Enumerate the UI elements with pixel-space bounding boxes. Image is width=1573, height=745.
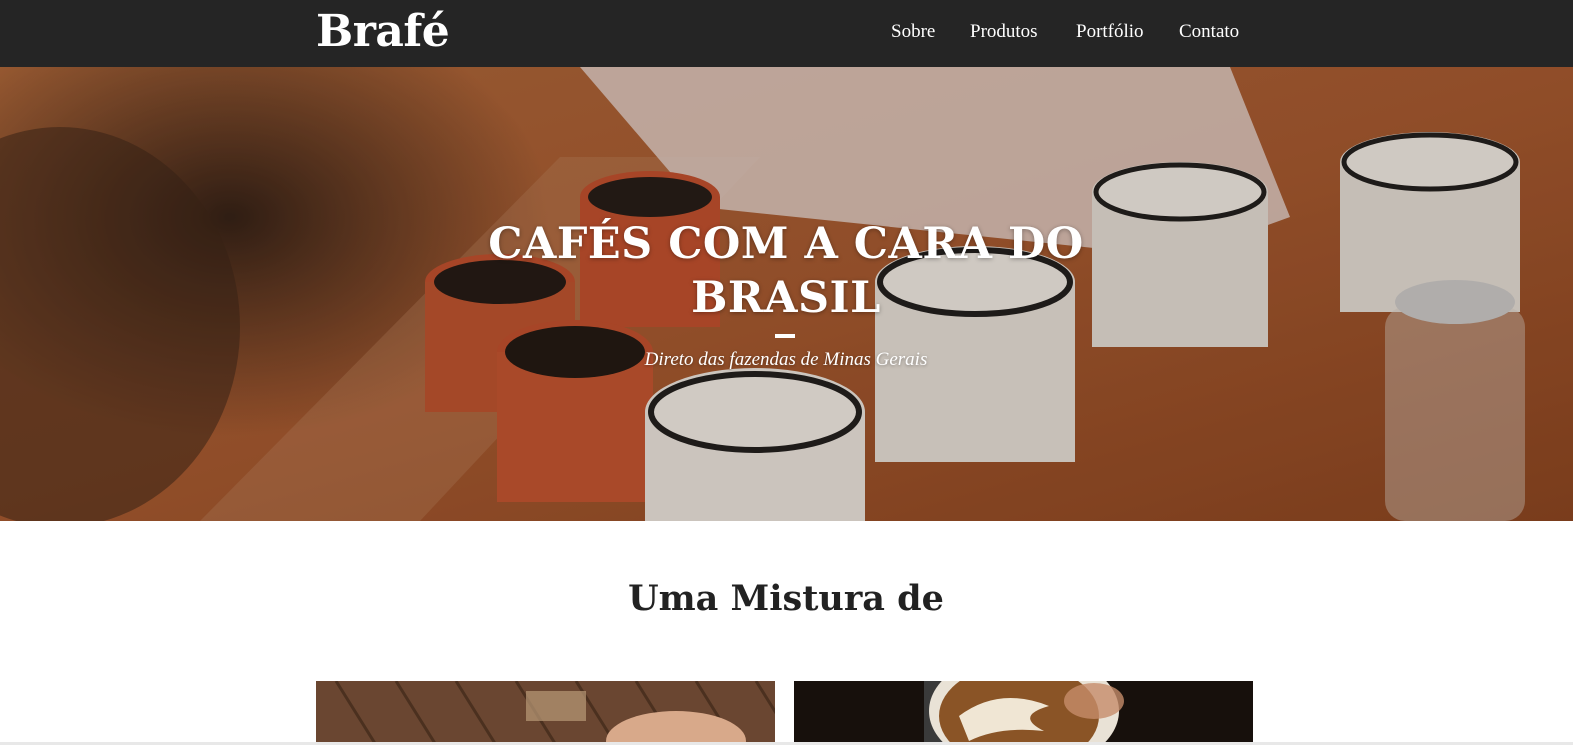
product-image-left xyxy=(316,681,775,745)
page: Brafé Sobre Produtos Portfólio Contato C… xyxy=(0,0,1573,745)
product-image-right xyxy=(794,681,1253,745)
hero-title: CAFÉS COM A CARA DO BRASIL xyxy=(488,219,1084,323)
hero-subtitle: Direto das fazendas de Minas Gerais xyxy=(644,349,928,370)
coffee-table-image xyxy=(316,681,775,745)
nav-link-portfolio[interactable]: Portfólio xyxy=(1076,20,1144,44)
section-title: Uma Mistura de xyxy=(628,578,944,619)
nav-link-sobre[interactable]: Sobre xyxy=(891,20,935,44)
hero-banner: CAFÉS COM A CARA DO BRASIL Direto das fa… xyxy=(0,67,1573,521)
latte-art-image xyxy=(794,681,1253,745)
site-header: Brafé Sobre Produtos Portfólio Contato xyxy=(0,0,1573,67)
nav-link-contato[interactable]: Contato xyxy=(1179,20,1239,44)
main-nav: Sobre Produtos Portfólio Contato xyxy=(0,20,1573,46)
nav-link-produtos[interactable]: Produtos xyxy=(970,20,1038,44)
hero-divider xyxy=(775,334,795,338)
